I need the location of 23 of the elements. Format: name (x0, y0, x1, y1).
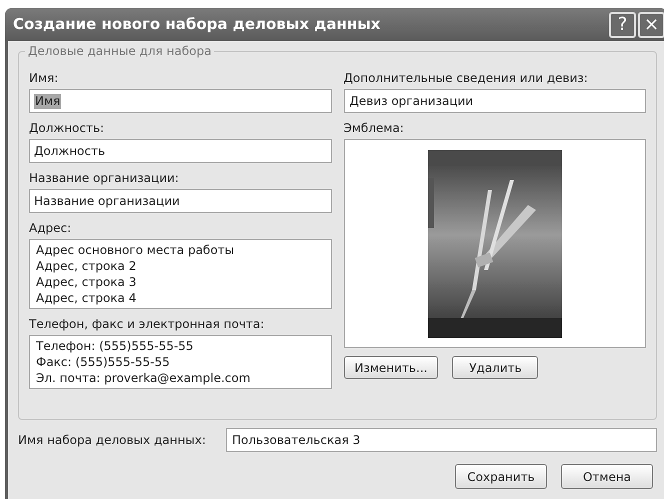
set-name-field[interactable]: Пользовательская 3 (226, 428, 657, 452)
field-label: Имя: (29, 70, 60, 86)
field-label: Телефон, факс и электронная почта: (29, 316, 266, 332)
cancel-button[interactable]: Отмена (561, 464, 653, 489)
help-button[interactable]: ? (609, 12, 636, 38)
field-label: Дополнительные сведения или девиз: (344, 70, 589, 86)
field-label: Имя набора деловых данных: (18, 432, 207, 448)
text-area[interactable]: Адрес основного места работы Адрес, строка 2 Адрес, строка 3 Адрес, строка 4 (29, 239, 332, 309)
input-field[interactable]: Девиз организации (344, 89, 646, 113)
input-field[interactable]: Название организации (29, 189, 332, 213)
input-field[interactable]: Должность (29, 139, 332, 163)
field-label: Адрес: (29, 220, 72, 236)
field-label: Название организации: (29, 170, 180, 186)
delete-button[interactable]: Удалить (452, 356, 538, 379)
field-label: Должность: (29, 120, 106, 136)
text-area[interactable]: Телефон: (555)555-55-55 Факс: (555)555-55-55 Эл. почта: proverka@example.com (29, 335, 332, 389)
close-button[interactable]: × (638, 12, 664, 38)
change-button[interactable]: Изменить... (344, 356, 438, 379)
window-title: Создание нового набора деловых данных (13, 14, 382, 36)
save-button[interactable]: Сохранить (455, 464, 547, 489)
field-label: Эмблема: (344, 120, 405, 136)
input-field[interactable]: Имя (29, 89, 332, 113)
group-legend: Деловые данные для набора (25, 43, 214, 59)
